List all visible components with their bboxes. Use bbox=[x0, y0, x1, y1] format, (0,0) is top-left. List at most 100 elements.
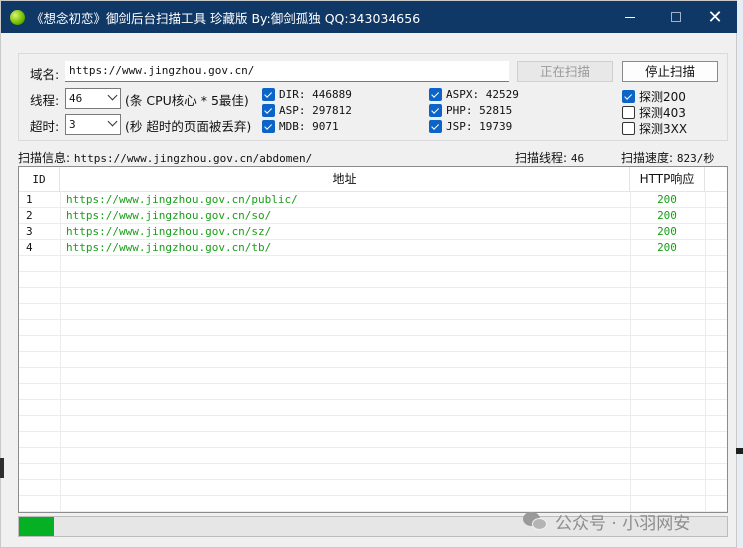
dict-checkbox-mdb[interactable]: MDB: 9071 bbox=[262, 120, 339, 133]
empty-table-row bbox=[19, 384, 727, 400]
probe-label: 探测403 bbox=[639, 106, 686, 120]
dict-label: DIR: 446889 bbox=[279, 88, 352, 101]
domain-label: 域名: bbox=[30, 67, 60, 82]
scan-threads-value: 46 bbox=[570, 152, 585, 165]
empty-table-row bbox=[19, 368, 727, 384]
row-url: https://www.jingzhou.gov.cn/tb/ bbox=[66, 241, 272, 254]
scanning-button[interactable]: 正在扫描 bbox=[517, 61, 613, 82]
empty-table-row bbox=[19, 256, 727, 272]
dict-label: ASPX: 42529 bbox=[446, 88, 519, 101]
empty-table-row bbox=[19, 400, 727, 416]
timeout-select[interactable]: 3 bbox=[65, 114, 121, 135]
domain-input[interactable]: https://www.jingzhou.gov.cn/ bbox=[65, 61, 509, 82]
dict-checkbox-jsp[interactable]: JSP: 19739 bbox=[429, 120, 512, 133]
threads-hint: (条 CPU核心 * 5最佳) bbox=[125, 93, 249, 108]
scan-speed-label: 扫描速度: bbox=[621, 151, 674, 165]
threads-label: 线程: bbox=[30, 93, 60, 108]
progress-fill bbox=[19, 517, 55, 536]
empty-table-row bbox=[19, 304, 727, 320]
column-header-id[interactable]: ID bbox=[19, 167, 60, 192]
scan-threads: 扫描线程: 46 bbox=[515, 149, 584, 166]
probe-label: 探测3XX bbox=[639, 122, 688, 136]
checkbox-icon bbox=[262, 120, 275, 133]
scan-info-value: https://www.jingzhou.gov.cn/abdomen/ bbox=[73, 152, 313, 165]
row-url: https://www.jingzhou.gov.cn/public/ bbox=[66, 193, 298, 206]
stop-scan-button[interactable]: 停止扫描 bbox=[622, 61, 718, 82]
probe-checkbox-200[interactable]: 探测200 bbox=[622, 88, 686, 105]
empty-table-row bbox=[19, 448, 727, 464]
minimize-button[interactable] bbox=[607, 1, 653, 33]
chevron-down-icon bbox=[107, 116, 118, 127]
scan-speed: 扫描速度: 823/秒 bbox=[621, 149, 714, 166]
wechat-icon bbox=[523, 511, 547, 532]
table-row[interactable]: 3 https://www.jingzhou.gov.cn/sz/200 bbox=[19, 224, 727, 240]
close-icon: ✕ bbox=[707, 6, 723, 28]
checkbox-icon bbox=[429, 104, 442, 117]
minimize-icon bbox=[625, 16, 635, 18]
row-url: https://www.jingzhou.gov.cn/sz/ bbox=[66, 225, 272, 238]
dict-label: PHP: 52815 bbox=[446, 104, 513, 117]
probe-checkbox-3xx[interactable]: 探测3XX bbox=[622, 120, 687, 137]
table-row[interactable]: 4 https://www.jingzhou.gov.cn/tb/200 bbox=[19, 240, 727, 256]
empty-table-row bbox=[19, 352, 727, 368]
dict-checkbox-aspx[interactable]: ASPX: 42529 bbox=[429, 88, 519, 101]
chevron-down-icon bbox=[107, 90, 118, 101]
row-http-code: 200 bbox=[657, 193, 677, 206]
row-url: https://www.jingzhou.gov.cn/so/ bbox=[66, 209, 272, 222]
empty-table-row bbox=[19, 480, 727, 496]
title-bar[interactable]: 《想念初恋》御剑后台扫描工具 珍藏版 By:御剑孤独 QQ:343034656 … bbox=[1, 1, 738, 33]
timeout-hint: (秒 超时的页面被丢弃) bbox=[125, 119, 252, 134]
checkbox-icon bbox=[429, 88, 442, 101]
dict-checkbox-php[interactable]: PHP: 52815 bbox=[429, 104, 512, 117]
app-window: 《想念初恋》御剑后台扫描工具 珍藏版 By:御剑孤独 QQ:343034656 … bbox=[0, 0, 738, 548]
table-header: ID 地址 HTTP响应 bbox=[19, 167, 727, 192]
row-id: 1 bbox=[26, 193, 33, 206]
app-icon bbox=[10, 9, 25, 25]
dict-label: ASP: 297812 bbox=[279, 104, 352, 117]
column-header-address[interactable]: 地址 bbox=[60, 167, 630, 192]
table-body: 1 https://www.jingzhou.gov.cn/public/200 2… bbox=[19, 192, 727, 512]
threads-value: 46 bbox=[69, 92, 83, 105]
row-id: 2 bbox=[26, 209, 33, 222]
row-id: 4 bbox=[26, 241, 33, 254]
row-http-code: 200 bbox=[657, 241, 677, 254]
table-row[interactable]: 2 https://www.jingzhou.gov.cn/so/200 bbox=[19, 208, 727, 224]
watermark: 公众号 · 小羽网安 bbox=[523, 509, 690, 534]
background-window-fragment bbox=[736, 448, 743, 454]
scan-speed-value: 823/秒 bbox=[676, 152, 715, 165]
dict-label: MDB: 9071 bbox=[279, 120, 339, 133]
threads-select[interactable]: 46 bbox=[65, 88, 121, 109]
row-http-code: 200 bbox=[657, 225, 677, 238]
window-title: 《想念初恋》御剑后台扫描工具 珍藏版 By:御剑孤独 QQ:343034656 bbox=[31, 10, 421, 26]
checkbox-icon bbox=[622, 106, 635, 119]
background-window-fragment bbox=[0, 458, 4, 478]
maximize-icon bbox=[671, 12, 681, 22]
probe-label: 探测200 bbox=[639, 90, 686, 104]
timeout-value: 3 bbox=[69, 118, 76, 131]
checkbox-icon bbox=[262, 88, 275, 101]
probe-checkbox-403[interactable]: 探测403 bbox=[622, 104, 686, 121]
empty-table-row bbox=[19, 432, 727, 448]
dict-checkbox-dir[interactable]: DIR: 446889 bbox=[262, 88, 352, 101]
close-button[interactable]: ✕ bbox=[692, 1, 738, 33]
checkbox-icon bbox=[622, 90, 635, 103]
timeout-label: 超时: bbox=[30, 119, 60, 134]
row-id: 3 bbox=[26, 225, 33, 238]
row-http-code: 200 bbox=[657, 209, 677, 222]
dict-label: JSP: 19739 bbox=[446, 120, 513, 133]
background-window-edge bbox=[737, 0, 743, 548]
checkbox-icon bbox=[429, 120, 442, 133]
column-header-http-response[interactable]: HTTP响应 bbox=[630, 167, 705, 192]
dict-checkbox-asp[interactable]: ASP: 297812 bbox=[262, 104, 352, 117]
empty-table-row bbox=[19, 320, 727, 336]
empty-table-row bbox=[19, 272, 727, 288]
empty-table-row bbox=[19, 336, 727, 352]
table-row[interactable]: 1 https://www.jingzhou.gov.cn/public/200 bbox=[19, 192, 727, 208]
empty-table-row bbox=[19, 288, 727, 304]
scan-info-label: 扫描信息: bbox=[18, 151, 71, 165]
results-table[interactable]: ID 地址 HTTP响应 1 https://www.jingzhou.gov.c… bbox=[18, 166, 728, 513]
checkbox-icon bbox=[622, 122, 635, 135]
empty-table-row bbox=[19, 416, 727, 432]
empty-table-row bbox=[19, 464, 727, 480]
checkbox-icon bbox=[262, 104, 275, 117]
